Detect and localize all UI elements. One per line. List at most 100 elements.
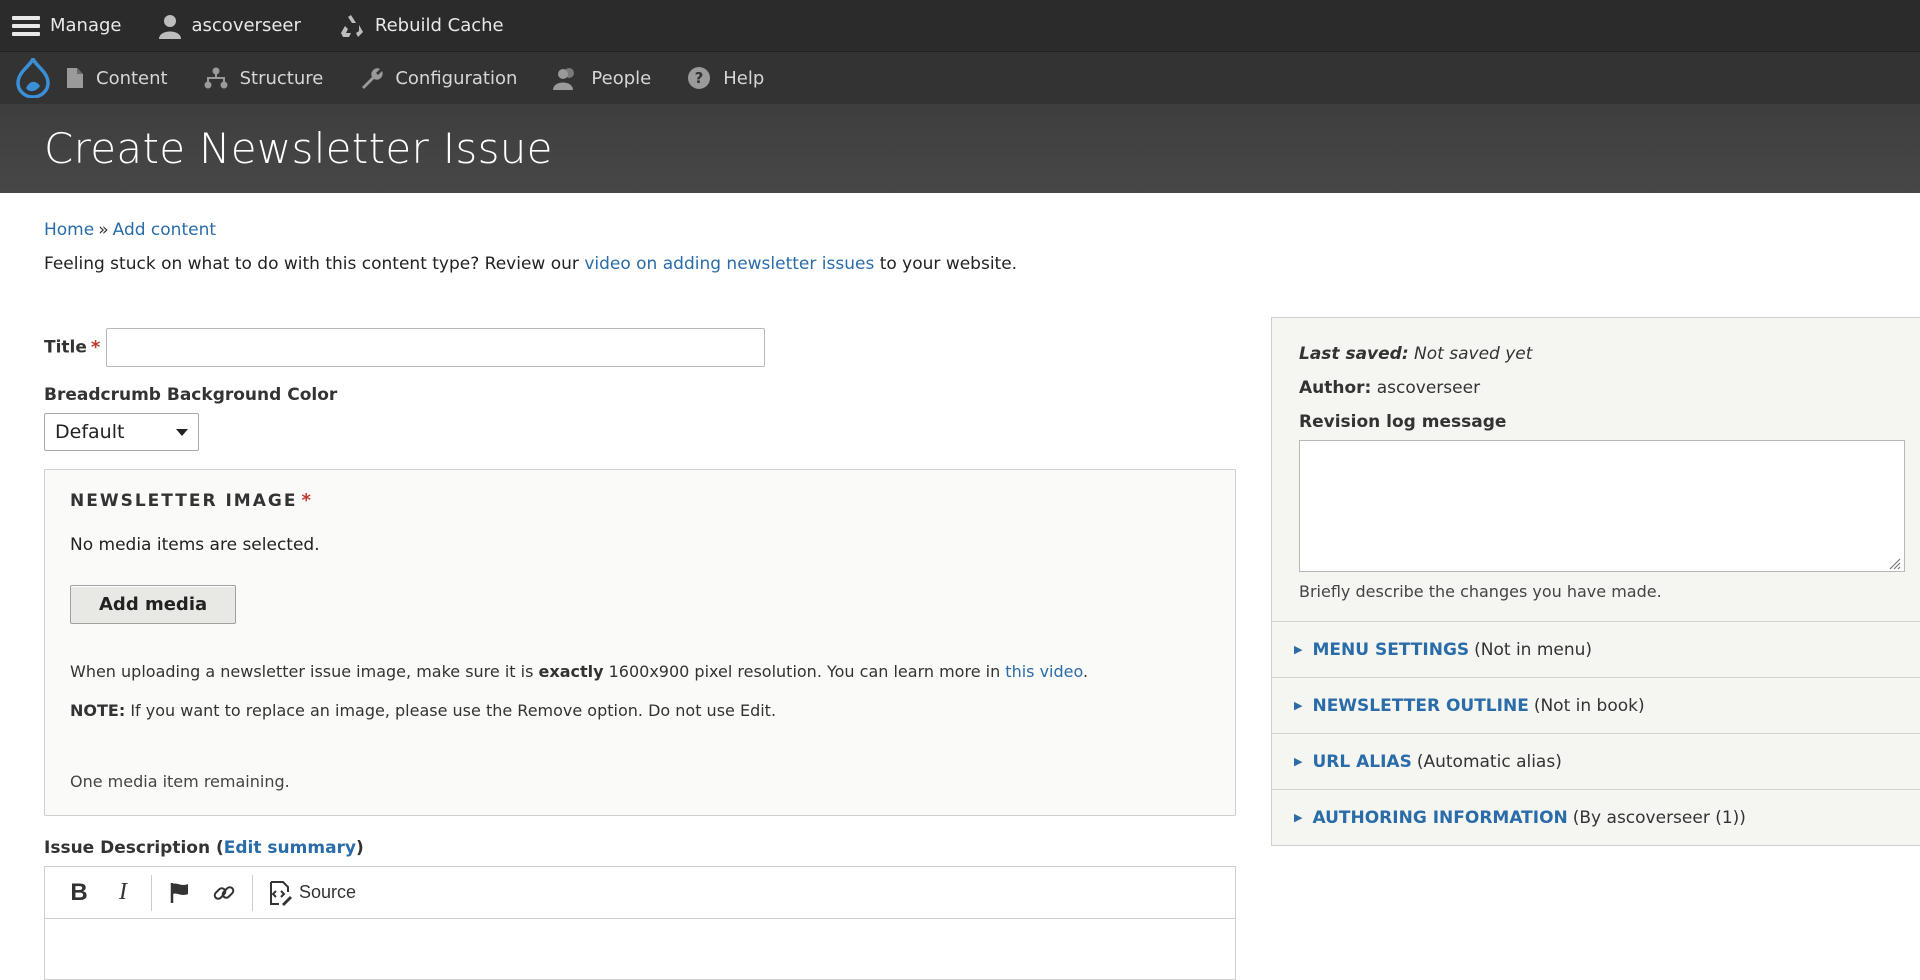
manage-tab[interactable]: Manage — [12, 0, 140, 51]
accordion-title: AUTHORING INFORMATION — [1312, 807, 1568, 828]
issue-description-label: Issue Description (Edit summary) — [44, 838, 1236, 858]
help-icon: ? — [687, 66, 711, 90]
revision-log-textarea[interactable] — [1299, 440, 1905, 572]
revision-log-description: Briefly describe the changes you have ma… — [1299, 582, 1662, 601]
user-label: ascoverseer — [191, 15, 301, 36]
drupal-logo-icon[interactable] — [0, 58, 66, 98]
accordion-url-alias[interactable]: ▶ URL ALIAS (Automatic alias) — [1272, 733, 1920, 789]
file-icon — [66, 67, 84, 89]
source-label: Source — [299, 882, 357, 902]
bg-color-select-value: Default — [55, 421, 125, 443]
editor-body[interactable] — [45, 919, 1235, 979]
resize-grip-icon[interactable] — [1887, 554, 1901, 570]
image-desc-before: When uploading a newsletter issue image,… — [70, 662, 539, 681]
help-text-before: Feeling stuck on what to do with this co… — [44, 254, 585, 274]
image-desc-bold: exactly — [538, 662, 604, 681]
admin-menu-structure-label: Structure — [239, 67, 324, 89]
image-desc-end: . — [1083, 662, 1089, 681]
italic-button[interactable]: I — [101, 873, 145, 913]
admin-menu-help-label: Help — [723, 67, 765, 89]
newsletter-image-fieldset: NEWSLETTER IMAGE * No media items are sel… — [44, 469, 1236, 816]
bold-icon: B — [70, 878, 88, 906]
recycle-icon — [337, 13, 365, 39]
chevron-down-icon — [176, 428, 188, 436]
admin-menu-configuration[interactable]: Configuration — [359, 66, 517, 90]
image-description: When uploading a newsletter issue image,… — [70, 662, 1210, 681]
issue-description-editor: B I Source — [44, 866, 1236, 980]
admin-menu-content-label: Content — [96, 67, 168, 89]
source-button[interactable]: Source — [259, 880, 364, 906]
admin-menu-configuration-label: Configuration — [395, 67, 518, 89]
admin-menu-help[interactable]: ? Help — [687, 66, 764, 90]
revision-log-label: Revision log message — [1299, 412, 1507, 432]
editor-toolbar: B I Source — [45, 867, 1235, 919]
link-icon — [212, 881, 236, 905]
rebuild-cache-label: Rebuild Cache — [374, 15, 504, 36]
add-media-button[interactable]: Add media — [70, 585, 237, 624]
toolbar-separator — [151, 874, 152, 911]
title-input[interactable] — [106, 328, 766, 367]
content-region: Home» Add content Feeling stuck on what t… — [0, 220, 1920, 980]
accordion-summary: (Not in book) — [1533, 695, 1645, 716]
breadcrumb-home-link[interactable]: Home — [44, 220, 94, 240]
italic-icon: I — [119, 879, 127, 905]
issue-description-label-text: Issue Description ( — [44, 838, 224, 858]
accordion-summary: (By ascoverseer (1)) — [1572, 807, 1746, 828]
source-code-icon — [267, 880, 293, 906]
meta-box: Last saved: Not saved yet Author: ascove… — [1272, 318, 1920, 621]
admin-menu-bar: Content Structure Configuration People ?… — [0, 51, 1920, 104]
accordion-authoring-information[interactable]: ▶ AUTHORING INFORMATION (By ascoverseer … — [1272, 789, 1920, 845]
triangle-right-icon: ▶ — [1294, 699, 1303, 712]
page-header: Create Newsletter Issue — [0, 104, 1920, 193]
accordion-menu-settings[interactable]: ▶ MENU SETTINGS (Not in menu) — [1272, 621, 1920, 677]
bg-color-select[interactable]: Default — [44, 413, 199, 451]
accordion-title: URL ALIAS — [1312, 751, 1412, 772]
svg-text:?: ? — [695, 69, 704, 87]
user-icon — [158, 13, 182, 39]
author: Author: ascoverseer — [1299, 378, 1920, 398]
bold-button[interactable]: B — [57, 873, 101, 913]
link-button[interactable] — [202, 873, 246, 913]
accordion-summary: (Not in menu) — [1474, 639, 1593, 660]
admin-menu-people-label: People — [591, 67, 652, 89]
media-remaining-text: One media item remaining. — [70, 772, 290, 791]
accordion-title: NEWSLETTER OUTLINE — [1312, 695, 1529, 716]
breadcrumb: Home» Add content — [44, 220, 1876, 240]
rebuild-cache-tab[interactable]: Rebuild Cache — [337, 0, 522, 51]
edit-summary-link[interactable]: Edit summary — [224, 838, 356, 858]
user-tab[interactable]: ascoverseer — [158, 0, 319, 51]
accordion-title: MENU SETTINGS — [1312, 639, 1470, 660]
bg-color-field: Breadcrumb Background Color Default — [44, 385, 1236, 451]
accordion-summary: (Automatic alias) — [1416, 751, 1562, 772]
image-note-text: If you want to replace an image, please … — [125, 701, 777, 720]
top-toolbar: Manage ascoverseer Rebuild Cache — [0, 0, 1920, 51]
flag-icon — [168, 881, 192, 905]
breadcrumb-add-content-link[interactable]: Add content — [113, 220, 216, 240]
required-marker: * — [90, 336, 101, 358]
admin-menu-structure[interactable]: Structure — [204, 67, 324, 89]
page-title: Create Newsletter Issue — [44, 124, 553, 173]
toolbar-separator — [252, 874, 253, 911]
main-form-column: Title * Breadcrumb Background Color Defau… — [44, 320, 1236, 980]
admin-menu-content[interactable]: Content — [66, 67, 168, 89]
wrench-icon — [359, 66, 383, 90]
accordion-newsletter-outline[interactable]: ▶ NEWSLETTER OUTLINE (Not in book) — [1272, 677, 1920, 733]
breadcrumb-separator: » — [98, 220, 109, 240]
help-video-link[interactable]: video on adding newsletter issues — [584, 254, 874, 274]
manage-label: Manage — [50, 15, 122, 36]
newsletter-image-required-marker: * — [301, 490, 311, 511]
admin-menu-people[interactable]: People — [553, 66, 651, 90]
image-note-label: NOTE: — [70, 701, 126, 720]
triangle-right-icon: ▶ — [1294, 811, 1303, 824]
no-media-text: No media items are selected. — [70, 535, 320, 555]
author-value: ascoverseer — [1371, 378, 1481, 398]
newsletter-image-legend: NEWSLETTER IMAGE * — [70, 490, 1210, 511]
this-video-link[interactable]: this video — [1005, 662, 1083, 681]
anchor-button[interactable] — [158, 873, 202, 913]
people-icon — [553, 66, 579, 90]
help-text: Feeling stuck on what to do with this co… — [44, 254, 1876, 274]
hamburger-menu-icon — [12, 14, 40, 38]
sitemap-icon — [204, 67, 228, 89]
image-desc-after: 1600x900 pixel resolution. You can learn… — [603, 662, 1006, 681]
author-label: Author: — [1299, 378, 1372, 398]
